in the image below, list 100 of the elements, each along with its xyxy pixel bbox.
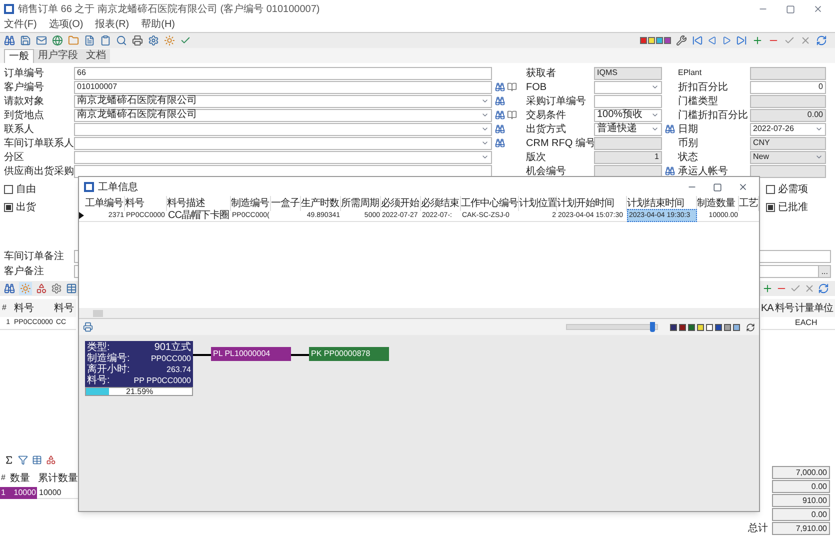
menu-item[interactable]: 选项(O) xyxy=(48,17,84,32)
printer-icon[interactable] xyxy=(83,322,93,332)
last-record-icon[interactable] xyxy=(736,35,747,46)
table-row[interactable]: 1 10000 10000 xyxy=(0,487,80,499)
menu-item[interactable]: 报表(R) xyxy=(95,17,130,32)
add-icon[interactable] xyxy=(762,283,773,294)
next-record-icon[interactable] xyxy=(722,36,731,45)
shapes-icon[interactable] xyxy=(36,283,47,294)
dropdown-field[interactable] xyxy=(74,136,492,150)
column-header[interactable]: KA 料号 xyxy=(761,300,795,316)
binoculars-icon[interactable] xyxy=(495,124,505,134)
refresh-icon[interactable] xyxy=(746,322,755,332)
wrench-icon[interactable] xyxy=(676,35,687,46)
check-icon[interactable] xyxy=(790,283,801,294)
gear-icon[interactable] xyxy=(51,283,62,294)
sun-icon[interactable] xyxy=(164,35,175,46)
color-swatch[interactable] xyxy=(724,324,731,330)
tab[interactable]: 用户字段 xyxy=(34,49,82,63)
dropdown-field[interactable] xyxy=(594,80,662,94)
column-header[interactable]: 必须结束 xyxy=(421,196,461,211)
grid-icon[interactable] xyxy=(32,455,42,465)
printer-icon[interactable] xyxy=(132,35,143,46)
column-header[interactable]: 制造编号 xyxy=(231,196,271,211)
binoculars-icon[interactable] xyxy=(495,110,505,120)
filter-icon[interactable] xyxy=(18,455,28,465)
column-header[interactable]: 必须开始 xyxy=(381,196,421,211)
input-field[interactable] xyxy=(750,94,826,108)
shapes-icon[interactable] xyxy=(46,455,56,465)
maximize-icon[interactable] xyxy=(786,4,795,14)
input-field[interactable]: 010100007 xyxy=(74,80,492,94)
check-icon[interactable] xyxy=(180,35,191,46)
column-header[interactable]: # xyxy=(0,302,12,314)
dropdown-field[interactable]: New xyxy=(750,150,826,164)
scrollbar-thumb[interactable] xyxy=(93,310,103,316)
globe-icon[interactable] xyxy=(52,35,63,46)
node-box[interactable]: PK PP00000878 xyxy=(309,347,389,361)
menu-item[interactable]: 帮助(H) xyxy=(141,17,176,32)
tab[interactable]: 一般 xyxy=(4,49,34,63)
tab[interactable]: 文档 xyxy=(82,49,110,63)
color-swatch[interactable] xyxy=(706,324,713,330)
input-field[interactable] xyxy=(750,164,826,178)
column-header[interactable]: 工艺 xyxy=(739,196,759,211)
column-header[interactable]: 生产时数 xyxy=(301,196,341,211)
dropdown-field[interactable]: 2022-07-26 xyxy=(750,122,826,136)
column-header[interactable]: 工单编号 xyxy=(85,196,125,211)
checkbox[interactable] xyxy=(4,203,13,212)
mail-icon[interactable] xyxy=(36,35,47,46)
input-field[interactable]: 1 xyxy=(594,150,662,164)
column-header[interactable]: 料号 xyxy=(12,300,54,316)
binoculars-icon[interactable] xyxy=(495,138,505,148)
node-card[interactable]: 类型: 901立式 制造编号: PP0CC000 离开小时: 263.74 料号: PP PP0CC0000 xyxy=(85,341,193,387)
binoculars-icon[interactable] xyxy=(665,124,675,134)
document-icon[interactable] xyxy=(84,35,95,46)
binoculars-icon[interactable] xyxy=(4,283,15,294)
dropdown-field[interactable] xyxy=(74,122,492,136)
slider-thumb[interactable] xyxy=(650,322,654,332)
binoculars-icon[interactable] xyxy=(665,166,675,176)
gear-icon[interactable] xyxy=(148,35,159,46)
book-icon[interactable] xyxy=(507,110,517,120)
check-icon[interactable] xyxy=(784,35,795,46)
checkbox[interactable] xyxy=(766,203,775,212)
first-record-icon[interactable] xyxy=(692,35,703,46)
folder-icon[interactable] xyxy=(68,35,79,46)
column-header[interactable]: 计划位置 xyxy=(519,196,557,211)
column-header[interactable]: 所需周期 xyxy=(341,196,381,211)
add-icon[interactable] xyxy=(752,35,763,46)
input-field[interactable] xyxy=(594,94,662,108)
dropdown-field[interactable]: 普通快递 xyxy=(594,122,662,136)
dropdown-field[interactable]: 100%预收 xyxy=(594,108,662,122)
color-swatch[interactable] xyxy=(640,37,647,44)
dropdown-field[interactable]: 南京龙蟠碲石医院有限公司 xyxy=(74,94,492,108)
binoculars-icon[interactable] xyxy=(495,96,505,106)
color-swatch[interactable] xyxy=(715,324,722,330)
column-header[interactable]: # xyxy=(0,472,9,484)
color-swatch[interactable] xyxy=(697,324,704,330)
maximize-icon[interactable] xyxy=(713,182,722,192)
color-swatch[interactable] xyxy=(664,37,671,44)
color-swatch[interactable] xyxy=(688,324,695,330)
color-swatch[interactable] xyxy=(679,324,686,330)
input-field[interactable]: CNY xyxy=(750,136,826,150)
column-header[interactable]: 工作中心编号 xyxy=(461,196,519,211)
binoculars-icon[interactable] xyxy=(495,82,505,92)
input-field[interactable]: 66 xyxy=(74,66,492,80)
checkbox[interactable] xyxy=(766,185,775,194)
previous-record-icon[interactable] xyxy=(708,36,717,45)
column-header[interactable]: 料号 xyxy=(54,300,76,316)
dropdown-field[interactable] xyxy=(74,150,492,164)
book-icon[interactable] xyxy=(507,82,517,92)
cancel-icon[interactable] xyxy=(800,35,811,46)
sum-icon[interactable] xyxy=(4,455,14,465)
input-field[interactable]: 0.00 xyxy=(750,108,826,122)
checkbox[interactable] xyxy=(4,185,13,194)
column-header[interactable]: 一盒子 xyxy=(271,196,301,211)
input-field[interactable]: 0 xyxy=(750,80,826,94)
input-field[interactable] xyxy=(74,164,492,178)
table-cell[interactable]: CC晶帽下卡圈 xyxy=(167,210,231,221)
clipboard-icon[interactable] xyxy=(100,35,111,46)
menu-item[interactable]: 文件(F) xyxy=(4,17,37,32)
column-header[interactable]: 数量 xyxy=(9,470,37,486)
close-icon[interactable] xyxy=(738,182,748,192)
